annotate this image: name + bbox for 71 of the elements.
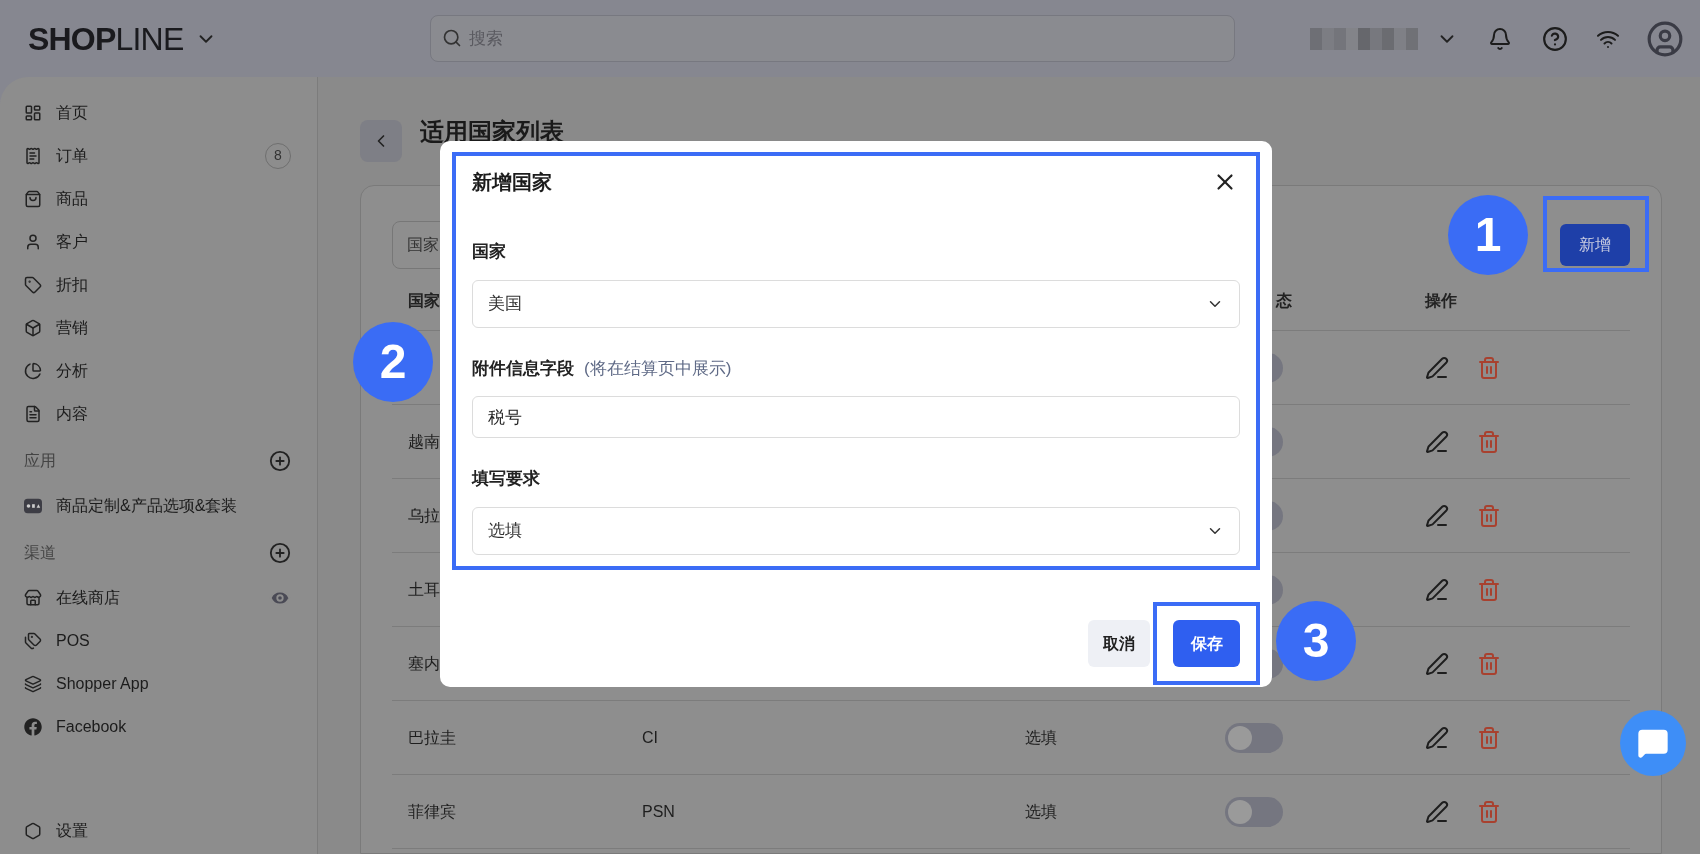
table-cell: 塞内 [408, 654, 440, 672]
field-label: 附件信息字段 [472, 358, 574, 381]
tag-icon [24, 275, 42, 294]
sidebar-item[interactable]: 商品定制&产品选项&套装 [56, 493, 238, 518]
sidebar-item[interactable]: 折扣 [56, 272, 88, 297]
field-label: 国家 [472, 241, 506, 264]
edit-icon[interactable] [1425, 799, 1449, 824]
layers-icon [24, 674, 42, 693]
column-header: 态 [1276, 291, 1292, 309]
toggle-switch[interactable] [1225, 796, 1283, 827]
sidebar-item[interactable]: Facebook [56, 714, 127, 739]
save-button[interactable]: 保存 [1173, 620, 1240, 667]
user-icon [24, 232, 42, 251]
table-cell: 越南 [408, 432, 440, 450]
app-icon [24, 496, 42, 515]
section-heading: 渠道 [24, 543, 56, 563]
add-icon[interactable] [269, 542, 291, 564]
column-header: 操作 [1425, 291, 1457, 309]
sidebar-item[interactable]: 客户 [56, 229, 88, 254]
avatar-icon[interactable] [1646, 19, 1684, 58]
store-icon [24, 588, 42, 607]
field-hint: (将在结算页中展示) [584, 358, 732, 381]
table-cell: 菲律宾 [408, 802, 456, 820]
sidebar-item[interactable]: 设置 [56, 818, 88, 843]
toggle-switch[interactable] [1225, 722, 1283, 753]
add-icon[interactable] [269, 450, 291, 472]
add-button[interactable]: 新增 [1560, 223, 1630, 266]
help-icon[interactable] [1542, 25, 1568, 52]
field-label: 填写要求 [472, 468, 540, 491]
sidebar-item[interactable]: Shopper App [56, 671, 149, 696]
logo[interactable]: SHOPLINE [28, 14, 184, 63]
receipt-icon [24, 146, 42, 165]
dialog-title: 新增国家 [472, 170, 552, 195]
sidebar-item[interactable]: POS [56, 628, 90, 653]
facebook-icon [24, 717, 42, 736]
table-cell: 乌拉 [408, 506, 440, 524]
tags-icon [24, 631, 42, 650]
document-icon [24, 404, 42, 423]
sidebar-item[interactable]: 首页 [56, 100, 88, 125]
select-field[interactable]: 美国 [472, 280, 1240, 328]
edit-icon[interactable] [1425, 725, 1449, 750]
edit-icon[interactable] [1425, 429, 1449, 454]
sidebar-item[interactable]: 分析 [56, 358, 88, 383]
edit-icon[interactable] [1425, 503, 1449, 528]
dashboard-icon [24, 103, 42, 122]
table-cell: 巴拉圭 [408, 728, 456, 746]
table-cell: 选填 [1025, 802, 1057, 820]
table-cell: PSN [642, 802, 675, 820]
column-header: 国家 [408, 291, 440, 309]
chat-icon [1637, 727, 1669, 759]
sidebar-item[interactable]: 营销 [56, 315, 88, 340]
cancel-button[interactable]: 取消 [1088, 620, 1150, 667]
search-icon [442, 28, 462, 48]
select-field[interactable]: 选填 [472, 507, 1240, 555]
edit-icon[interactable] [1425, 355, 1449, 380]
sidebar-item[interactable]: 商品 [56, 186, 88, 211]
text-field[interactable]: 税号 [472, 396, 1240, 438]
sidebar-item[interactable]: 订单 [56, 143, 88, 168]
bag-icon [24, 189, 42, 208]
edit-icon[interactable] [1425, 577, 1449, 602]
section-heading: 应用 [24, 451, 56, 471]
table-cell: 选填 [1025, 728, 1057, 746]
sidebar-item[interactable]: 在线商店 [56, 585, 120, 610]
table-cell: 土耳 [408, 580, 440, 598]
pie-chart-icon [24, 361, 42, 380]
notification-bell-icon[interactable] [1488, 26, 1512, 51]
edit-icon[interactable] [1425, 651, 1449, 676]
hexagon-icon [24, 821, 42, 840]
table-cell: CI [642, 728, 658, 746]
cube-icon [24, 318, 42, 337]
sidebar-item[interactable]: 内容 [56, 401, 88, 426]
